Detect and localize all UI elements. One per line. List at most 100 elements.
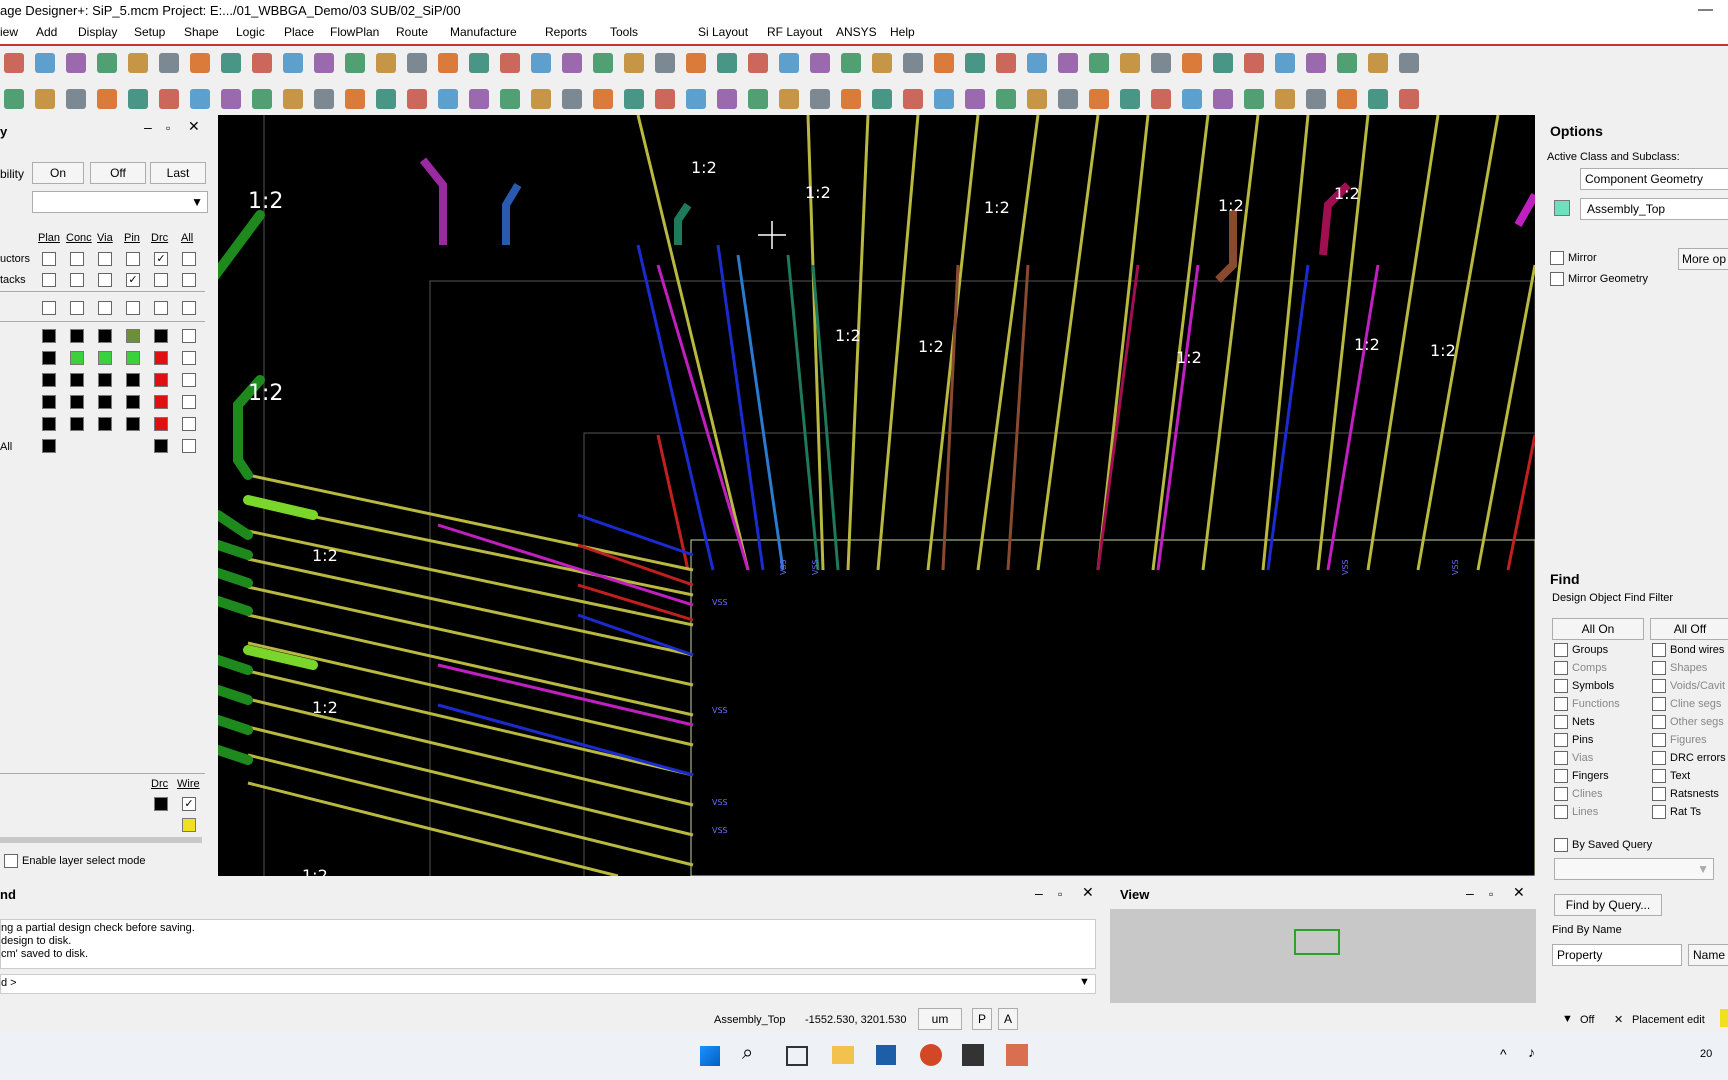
- checkbox[interactable]: [70, 301, 84, 315]
- toolbar-icon[interactable]: [624, 53, 644, 73]
- toolbar-icon[interactable]: [779, 89, 799, 109]
- toolbar-icon[interactable]: [1275, 89, 1295, 109]
- menu-tools[interactable]: Tools: [610, 25, 638, 39]
- find-checkbox[interactable]: [1554, 679, 1568, 693]
- toolbar-icon[interactable]: [500, 89, 520, 109]
- menu-setup[interactable]: Setup: [134, 25, 165, 39]
- toolbar-icon[interactable]: [655, 53, 675, 73]
- checkbox[interactable]: [126, 301, 140, 315]
- store-icon[interactable]: [876, 1045, 896, 1065]
- toolbar-icon[interactable]: [748, 53, 768, 73]
- toolbar-icon[interactable]: [872, 53, 892, 73]
- toolbar-icon[interactable]: [35, 53, 55, 73]
- color-swatch[interactable]: [42, 439, 56, 453]
- toolbar-icon[interactable]: [810, 89, 830, 109]
- toolbar-icon[interactable]: [438, 53, 458, 73]
- toolbar-icon[interactable]: [252, 53, 272, 73]
- toolbar-icon[interactable]: [872, 89, 892, 109]
- toolbar-icon[interactable]: [810, 53, 830, 73]
- color-swatch[interactable]: [70, 417, 84, 431]
- close-panel-icon[interactable]: ✕: [1082, 884, 1094, 901]
- toolbar-icon[interactable]: [376, 89, 396, 109]
- file-explorer-icon[interactable]: [832, 1046, 854, 1064]
- class-select[interactable]: Component Geometry: [1580, 168, 1728, 190]
- checkbox[interactable]: [42, 273, 56, 287]
- checkbox-checked[interactable]: ✓: [182, 797, 196, 811]
- find-checkbox[interactable]: [1554, 787, 1568, 801]
- toolbar-icon[interactable]: [1027, 53, 1047, 73]
- find-checkbox[interactable]: [1554, 661, 1568, 675]
- toolbar-icon[interactable]: [1213, 53, 1233, 73]
- toolbar-icon[interactable]: [1244, 89, 1264, 109]
- color-swatch[interactable]: [70, 329, 84, 343]
- color-swatch[interactable]: [154, 439, 168, 453]
- close-panel-icon[interactable]: ✕: [1513, 884, 1525, 901]
- menu-manufacture[interactable]: Manufacture: [450, 25, 517, 39]
- all-on-button[interactable]: All On: [1552, 618, 1644, 640]
- color-swatch[interactable]: [126, 417, 140, 431]
- toolbar-icon[interactable]: [1151, 89, 1171, 109]
- color-swatch[interactable]: [126, 351, 140, 365]
- find-checkbox[interactable]: [1554, 805, 1568, 819]
- color-swatch[interactable]: [98, 329, 112, 343]
- find-by-query-button[interactable]: Find by Query...: [1554, 894, 1662, 916]
- minimize-icon[interactable]: —: [1698, 1, 1713, 18]
- checkbox[interactable]: [154, 301, 168, 315]
- toolbar-icon[interactable]: [97, 53, 117, 73]
- find-checkbox[interactable]: [1652, 769, 1666, 783]
- checkbox[interactable]: [182, 395, 196, 409]
- toolbar-icon[interactable]: [717, 53, 737, 73]
- menu-si-layout[interactable]: Si Layout: [698, 25, 748, 39]
- toolbar-icon[interactable]: [1120, 53, 1140, 73]
- toolbar-icon[interactable]: [438, 89, 458, 109]
- checkbox[interactable]: [154, 273, 168, 287]
- toolbar-icon[interactable]: [562, 89, 582, 109]
- chevron-up-icon[interactable]: ^: [1500, 1046, 1507, 1062]
- a-button[interactable]: A: [998, 1008, 1018, 1030]
- toolbar-icon[interactable]: [717, 89, 737, 109]
- toolbar-icon[interactable]: [407, 53, 427, 73]
- toolbar-icon[interactable]: [283, 53, 303, 73]
- menu-ansys[interactable]: ANSYS: [836, 25, 877, 39]
- more-options-button[interactable]: More op: [1678, 248, 1728, 270]
- toolbar-icon[interactable]: [4, 89, 24, 109]
- toolbar-icon[interactable]: [748, 89, 768, 109]
- world-view-map[interactable]: [1110, 909, 1536, 1003]
- toolbar-icon[interactable]: [1337, 53, 1357, 73]
- checkbox-checked[interactable]: ✓: [154, 252, 168, 266]
- toolbar-icon[interactable]: [1058, 89, 1078, 109]
- toolbar-icon[interactable]: [1275, 53, 1295, 73]
- toolbar-icon[interactable]: [655, 89, 675, 109]
- scrollbar[interactable]: [0, 837, 202, 843]
- enable-layer-select-checkbox[interactable]: [4, 854, 18, 868]
- find-checkbox[interactable]: [1652, 715, 1666, 729]
- subclass-color-swatch[interactable]: [1554, 200, 1570, 216]
- toolbar-icon[interactable]: [1089, 53, 1109, 73]
- toolbar-icon[interactable]: [1213, 89, 1233, 109]
- property-select[interactable]: Property: [1552, 944, 1682, 966]
- color-swatch[interactable]: [154, 797, 168, 811]
- color-swatch[interactable]: [154, 373, 168, 387]
- visibility-last-button[interactable]: Last: [150, 162, 206, 184]
- color-swatch[interactable]: [98, 395, 112, 409]
- visibility-off-button[interactable]: Off: [90, 162, 146, 184]
- toolbar-icon[interactable]: [4, 53, 24, 73]
- view-dropdown[interactable]: ▼: [32, 191, 208, 213]
- toolbar-icon[interactable]: [345, 53, 365, 73]
- name-button[interactable]: Name: [1688, 944, 1728, 966]
- menu-logic[interactable]: Logic: [236, 25, 265, 39]
- menu-reports[interactable]: Reports: [545, 25, 587, 39]
- toolbar-icon[interactable]: [841, 53, 861, 73]
- design-canvas[interactable]: 1:2 1:2 1:2 1:2 1:2 1:2 1:2 1:2 1:2 1:2 …: [218, 115, 1535, 876]
- checkbox[interactable]: [182, 417, 196, 431]
- toolbar-icon[interactable]: [779, 53, 799, 73]
- checkbox[interactable]: [70, 273, 84, 287]
- command-input[interactable]: d > ▼: [0, 974, 1096, 994]
- color-swatch[interactable]: [154, 351, 168, 365]
- restore-panel-icon[interactable]: ▫: [166, 121, 170, 135]
- color-swatch[interactable]: [98, 373, 112, 387]
- toolbar-icon[interactable]: [66, 53, 86, 73]
- minimize-panel-icon[interactable]: –: [1035, 885, 1043, 901]
- color-swatch[interactable]: [126, 329, 140, 343]
- menu-flowplan[interactable]: FlowPlan: [330, 25, 379, 39]
